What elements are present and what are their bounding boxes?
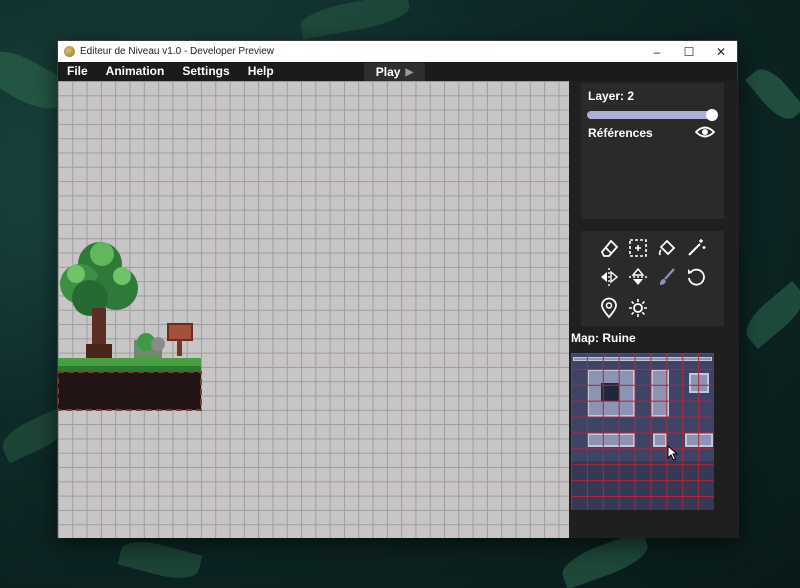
tileset-palette[interactable] <box>571 353 714 510</box>
location-pin-icon[interactable] <box>596 295 622 321</box>
fill-icon[interactable] <box>654 235 680 261</box>
menu-help[interactable]: Help <box>239 62 283 81</box>
rotate-icon[interactable] <box>683 264 709 290</box>
tree-sprite <box>60 242 138 358</box>
layer-label: Layer: 2 <box>588 89 635 103</box>
sidebar: Layer: 2 Références Map: Ruine <box>569 81 739 538</box>
close-button[interactable]: ✕ <box>705 41 737 62</box>
signpost-sprite <box>167 323 193 356</box>
ground-platform <box>58 358 202 411</box>
map-label: Map: Ruine <box>571 331 636 345</box>
menu-file[interactable]: File <box>58 62 97 81</box>
title-bar[interactable]: Editeur de Niveau v1.0 - Developer Previ… <box>58 41 737 62</box>
layer-slider-handle[interactable] <box>706 109 718 121</box>
editor-window: Editeur de Niveau v1.0 - Developer Previ… <box>57 40 739 538</box>
window-title: Editeur de Niveau v1.0 - Developer Previ… <box>80 46 274 57</box>
level-canvas[interactable] <box>58 81 569 538</box>
menu-animation[interactable]: Animation <box>97 62 174 81</box>
eraser-icon[interactable] <box>596 235 622 261</box>
layer-panel: Layer: 2 Références <box>581 83 724 219</box>
menu-bar: File Animation Settings Help Play ▶ <box>58 62 737 81</box>
tools-panel <box>581 231 724 326</box>
layer-slider[interactable] <box>587 109 718 121</box>
select-icon[interactable] <box>625 235 651 261</box>
magic-wand-icon[interactable] <box>683 235 709 261</box>
minimize-button[interactable]: – <box>641 41 673 62</box>
menu-settings[interactable]: Settings <box>173 62 238 81</box>
play-icon: ▶ <box>405 66 414 78</box>
flip-horizontal-icon[interactable] <box>596 264 622 290</box>
play-label: Play <box>375 65 401 79</box>
maximize-button[interactable]: ☐ <box>673 41 705 62</box>
level-scene <box>58 242 202 411</box>
references-label: Références <box>588 126 653 140</box>
mouse-cursor-icon <box>667 445 679 461</box>
light-icon[interactable] <box>625 295 651 321</box>
flip-vertical-icon[interactable] <box>625 264 651 290</box>
tileset-grid <box>571 353 714 510</box>
brush-icon[interactable] <box>654 264 680 290</box>
play-button[interactable]: Play ▶ <box>364 63 425 81</box>
eye-icon[interactable] <box>695 124 715 140</box>
bush-sprite <box>134 333 165 358</box>
app-icon <box>64 46 75 57</box>
